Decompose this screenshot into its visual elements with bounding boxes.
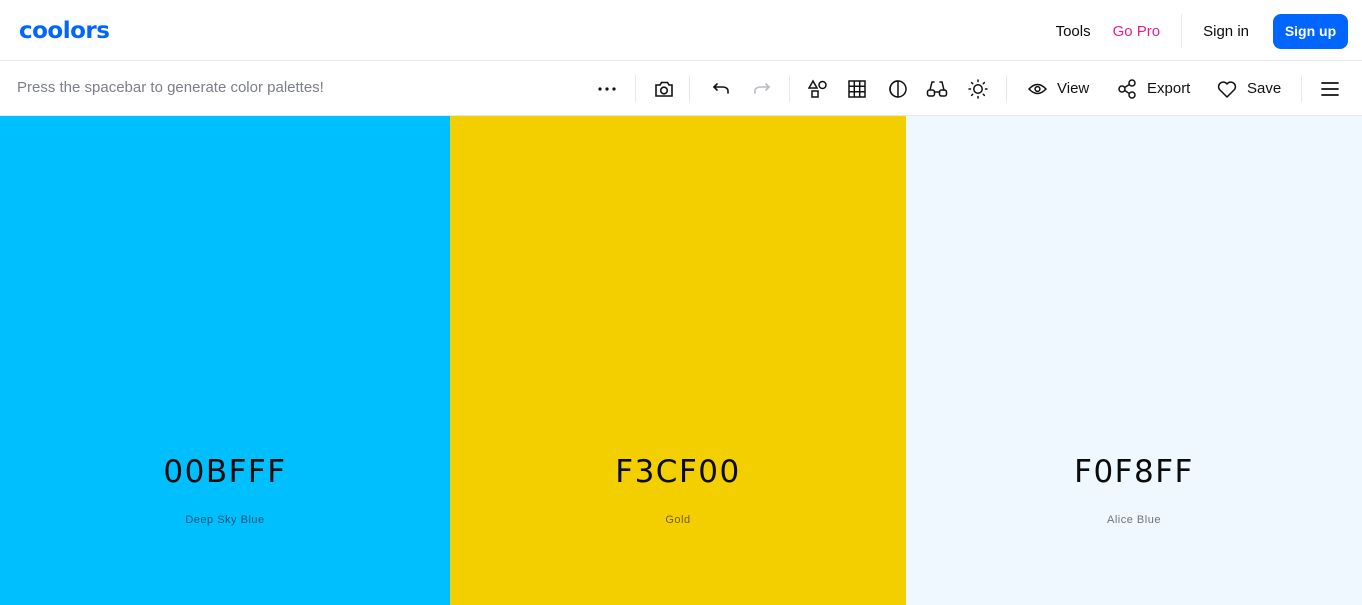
more-icon bbox=[598, 86, 616, 91]
swatch-color-name[interactable]: Gold bbox=[450, 514, 906, 526]
swatch-hex-code[interactable]: F0F8FF bbox=[906, 454, 1362, 490]
quick-view-button[interactable] bbox=[652, 61, 676, 116]
nav-divider bbox=[1181, 14, 1183, 48]
toolbar-divider bbox=[635, 75, 636, 102]
color-swatch[interactable]: F0F8FF Alice Blue bbox=[906, 116, 1362, 605]
menu-icon bbox=[1321, 81, 1339, 96]
contrast-checker-button[interactable] bbox=[886, 61, 910, 116]
toolbar-divider bbox=[1006, 75, 1007, 102]
eye-icon bbox=[1028, 83, 1047, 94]
menu-button[interactable] bbox=[1319, 61, 1341, 116]
redo-icon bbox=[754, 82, 771, 94]
sign-up-button[interactable]: Sign up bbox=[1273, 13, 1348, 49]
swatch-hex-code[interactable]: 00BFFF bbox=[0, 454, 450, 490]
grid-view-button[interactable] bbox=[845, 61, 869, 116]
swatch-hex-code[interactable]: F3CF00 bbox=[450, 454, 906, 490]
grid-icon bbox=[848, 79, 866, 98]
nav-links: Tools Go Pro Sign in Sign up bbox=[1048, 13, 1348, 49]
swatch-color-name[interactable]: Deep Sky Blue bbox=[0, 514, 450, 526]
palette-visualizer-button[interactable] bbox=[806, 61, 830, 116]
toolbar-divider bbox=[1301, 75, 1302, 102]
view-button[interactable]: View bbox=[1028, 61, 1092, 116]
sign-in-link[interactable]: Sign in bbox=[1195, 23, 1257, 40]
adjust-palette-button[interactable] bbox=[966, 61, 990, 116]
undo-button[interactable] bbox=[709, 61, 733, 116]
heart-icon bbox=[1217, 80, 1237, 98]
logo-text: coolors bbox=[19, 18, 109, 44]
spacebar-hint: Press the spacebar to generate color pal… bbox=[17, 79, 324, 96]
coolors-logo[interactable]: coolors bbox=[19, 16, 131, 46]
export-label: Export bbox=[1147, 80, 1191, 97]
contrast-icon bbox=[889, 79, 907, 98]
toolbar-divider bbox=[789, 75, 790, 102]
view-label: View bbox=[1057, 80, 1090, 97]
share-icon bbox=[1118, 78, 1136, 99]
generator-toolbar: Press the spacebar to generate color pal… bbox=[0, 61, 1362, 116]
swatch-color-name[interactable]: Alice Blue bbox=[906, 514, 1362, 526]
camera-icon bbox=[655, 81, 673, 97]
export-button[interactable]: Export bbox=[1117, 61, 1193, 116]
glasses-icon bbox=[926, 80, 948, 97]
save-label: Save bbox=[1247, 80, 1282, 97]
nav-go-pro-link[interactable]: Go Pro bbox=[1105, 23, 1169, 40]
shapes-icon bbox=[808, 78, 827, 98]
color-swatch[interactable]: F3CF00 Gold bbox=[450, 116, 906, 605]
sun-icon bbox=[968, 78, 988, 99]
color-palette: 00BFFF Deep Sky Blue F3CF00 Gold F0F8FF … bbox=[0, 116, 1362, 605]
more-options-button[interactable] bbox=[594, 61, 620, 116]
toolbar-divider bbox=[689, 75, 690, 102]
nav-tools-link[interactable]: Tools bbox=[1048, 23, 1099, 40]
undo-icon bbox=[712, 82, 729, 94]
redo-button[interactable] bbox=[750, 61, 774, 116]
color-blindness-button[interactable] bbox=[925, 61, 949, 116]
top-navbar: coolors Tools Go Pro Sign in Sign up bbox=[0, 0, 1362, 61]
save-button[interactable]: Save bbox=[1217, 61, 1283, 116]
color-swatch[interactable]: 00BFFF Deep Sky Blue bbox=[0, 116, 450, 605]
